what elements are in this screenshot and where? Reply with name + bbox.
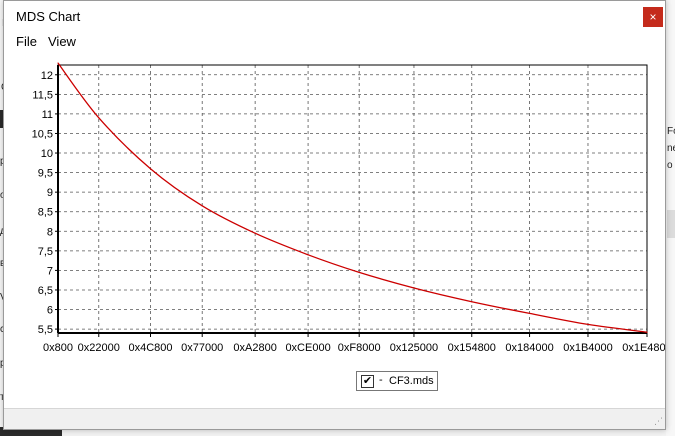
x-tick-label: 0xCE000 [285, 342, 330, 354]
series-point [358, 271, 360, 273]
x-tick-label: 0xA2800 [233, 342, 276, 354]
background-scroll-thumb [667, 210, 675, 238]
x-tick-label: 0x800 [43, 342, 73, 354]
y-tick-label: 7 [47, 265, 53, 277]
series-point [528, 312, 531, 315]
x-tick-label: 0x22000 [78, 342, 120, 354]
close-button[interactable]: × [643, 7, 663, 27]
series-point [98, 117, 100, 119]
x-tick-label: 0xF8000 [338, 342, 381, 354]
menu-item-file[interactable]: File [16, 34, 37, 49]
background-text-fragment: Fo [667, 126, 675, 137]
y-tick-label: 7,5 [38, 246, 53, 258]
menu-bar: File View [4, 31, 665, 51]
y-tick-label: 5,5 [38, 324, 53, 336]
y-tick-label: 11,5 [32, 89, 53, 101]
background-text-fragment: ne [667, 143, 675, 154]
y-tick-label: 8 [47, 226, 53, 238]
x-tick-label: 0x1E4800 [622, 342, 665, 354]
chart-legend: ✔ - CF3.mds [356, 371, 438, 391]
series-point [587, 323, 589, 325]
x-tick-label: 0x77000 [181, 342, 223, 354]
chart-panel: 12 11,5 11 10,5 10 9,5 9 8,5 8 7,5 7 6,5 6 5,5 0x800 0x… [4, 51, 665, 408]
legend-series-label: CF3.mds [389, 375, 434, 387]
close-icon: × [649, 10, 657, 24]
x-tick-label: 0x4C800 [128, 342, 172, 354]
status-bar: ⋰ [4, 408, 665, 429]
y-tick-label: 12 [41, 70, 53, 82]
mds-chart-window: MDS Chart × File View 12 11,5 11 10,5 10 9,5 9… [3, 0, 666, 430]
y-tick-label: 9,5 [38, 168, 53, 180]
menu-item-view[interactable]: View [48, 34, 76, 49]
x-tick-label: 0x125000 [390, 342, 438, 354]
y-tick-label: 11 [42, 109, 53, 121]
series-point [646, 331, 648, 333]
x-tick-label: 0x1B4000 [563, 342, 613, 354]
y-tick-label: 9 [47, 187, 53, 199]
y-tick-label: 8,5 [38, 207, 53, 219]
y-tick-label: 10,5 [32, 128, 53, 140]
plot-area [58, 65, 647, 333]
series-point [413, 287, 415, 289]
window-title: MDS Chart [16, 9, 81, 24]
x-tick-label: 0x154800 [448, 342, 496, 354]
series-point [57, 62, 59, 64]
series-point [254, 232, 256, 234]
series-point [471, 301, 473, 303]
chart-svg: 12 11,5 11 10,5 10 9,5 9 8,5 8 7,5 7 6,5 6 5,5 0x800 0x… [32, 62, 665, 354]
series-point [201, 205, 203, 207]
series-point [149, 168, 152, 170]
y-tick-label: 6,5 [38, 285, 53, 297]
title-bar: MDS Chart × [4, 1, 665, 31]
series-point [307, 254, 309, 256]
y-tick-label: 6 [47, 305, 53, 317]
background-text-fragment: o I [667, 160, 675, 171]
series-visibility-checkbox[interactable]: ✔ [361, 375, 374, 388]
x-tick-label: 0x184000 [505, 342, 553, 354]
y-tick-label: 10 [41, 148, 53, 160]
resize-grip-icon[interactable]: ⋰ [654, 416, 663, 427]
legend-line-marker: - [379, 374, 383, 386]
